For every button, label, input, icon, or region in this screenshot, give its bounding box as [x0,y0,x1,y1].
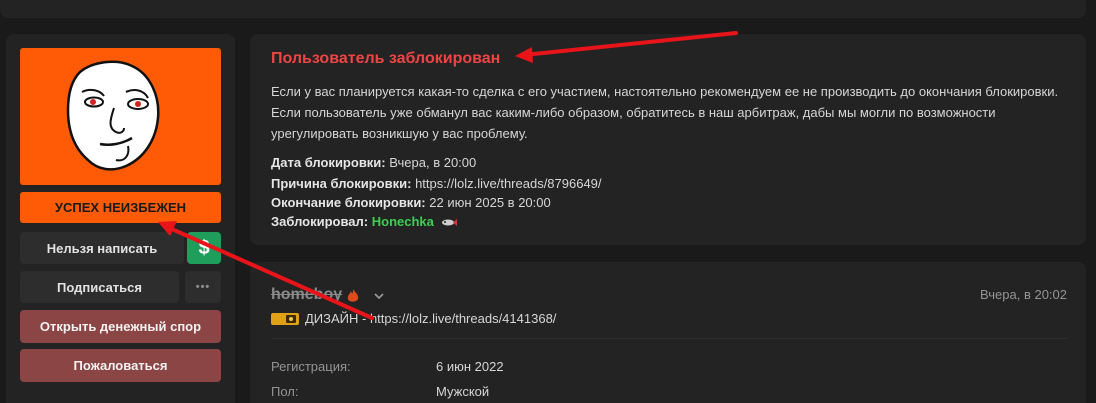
banner-badge-icon [271,312,299,325]
ban-reason-link[interactable]: https://lolz.live/threads/8796649/ [415,176,601,191]
more-options-button[interactable]: ••• [185,271,221,303]
info-value-gender: Мужской [436,384,490,399]
flame-icon [347,289,359,302]
chevron-down-icon[interactable] [374,292,384,300]
cannot-write-button[interactable]: Нельзя написать [20,232,184,264]
status-text: ДИЗАЙН - https://lolz.live/threads/41413… [305,311,557,326]
ban-end-value: 22 июн 2025 в 20:00 [429,195,551,210]
username[interactable]: homeboy [271,286,342,304]
ban-date-value: Вчера, в 20:00 [389,155,477,170]
info-label-registration: Регистрация: [271,359,351,374]
ban-title: Пользователь заблокирован [271,50,501,67]
avatar[interactable] [20,48,221,185]
ban-reason-row: Причина блокировки: https://lolz.live/th… [271,176,602,191]
profile-sidebar: УСПЕХ НЕИЗБЕЖЕН Нельзя написать $ Подпис… [6,34,235,403]
ban-description: Если у вас планируется какая-то сделка с… [271,84,1059,141]
post-time: Вчера, в 20:02 [980,287,1067,302]
meme-face-icon [66,60,160,171]
fish-icon [441,219,457,227]
ban-date-label: Дата блокировки: [271,155,386,170]
ban-notice-panel: Пользователь заблокирован Если у вас пла… [250,34,1086,245]
ban-end-row: Окончание блокировки: 22 июн 2025 в 20:0… [271,195,551,210]
dollar-button[interactable]: $ [187,232,221,264]
user-status: ДИЗАЙН - https://lolz.live/threads/41413… [271,311,556,326]
user-banner: УСПЕХ НЕИЗБЕЖЕН [20,192,221,223]
ban-by-row: Заблокировал: Honechka [271,214,457,229]
ban-end-label: Окончание блокировки: [271,195,426,210]
ban-date-row: Дата блокировки: Вчера, в 20:00 [271,155,476,170]
top-bar [0,0,1086,18]
ban-by-label: Заблокировал: [271,214,369,229]
subscribe-button[interactable]: Подписаться [20,271,179,303]
info-value-registration: 6 июн 2022 [436,359,504,374]
report-button[interactable]: Пожаловаться [20,349,221,382]
divider [271,338,1067,339]
open-dispute-button[interactable]: Открыть денежный спор [20,310,221,343]
moderator-link[interactable]: Honechka [372,214,434,229]
profile-info-panel: homeboy Вчера, в 20:02 ДИЗАЙН - https://… [250,262,1086,403]
ban-reason-label: Причина блокировки: [271,176,412,191]
info-label-gender: Пол: [271,384,299,399]
